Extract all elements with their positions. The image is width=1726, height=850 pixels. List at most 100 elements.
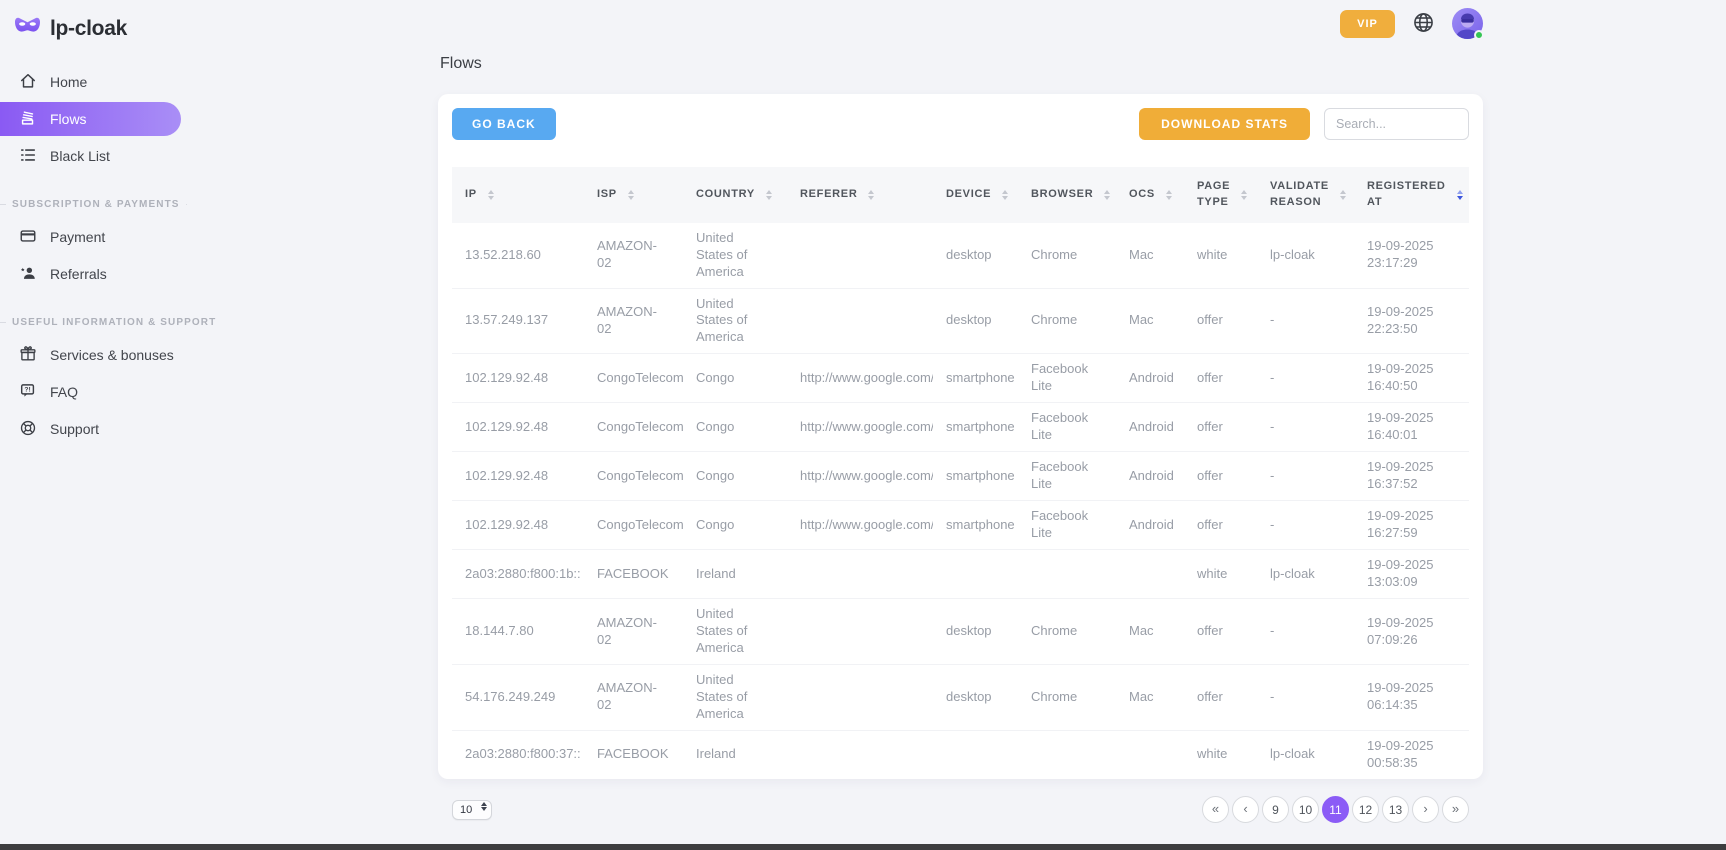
column-header-page_type[interactable]: PAGE TYPE (1184, 167, 1257, 223)
column-header-country[interactable]: COUNTRY (683, 167, 787, 223)
column-label: IP (465, 187, 477, 203)
sidebar-item-label: Support (50, 421, 99, 437)
life-buoy-icon (19, 419, 37, 440)
page-button-10[interactable]: 10 (1292, 796, 1319, 823)
sort-icon[interactable] (868, 190, 874, 200)
brand-logo[interactable]: lp-cloak (0, 0, 200, 41)
sidebar-item-label: Referrals (50, 266, 107, 282)
cell-browser: Chrome (1018, 664, 1116, 730)
sidebar-item-label: Black List (50, 148, 110, 164)
column-header-ocs[interactable]: OCS (1116, 167, 1184, 223)
cell-ocs: Android (1116, 452, 1184, 501)
cell-ip: 18.144.7.80 (452, 599, 584, 665)
page-size-select[interactable]: 10 (452, 800, 492, 820)
sidebar-item-flows[interactable]: Flows (0, 102, 181, 136)
sidebar-item-payment[interactable]: Payment (0, 220, 200, 254)
cell-validate_reason: lp-cloak (1257, 550, 1354, 599)
column-header-validate_reason[interactable]: VALIDATE REASON (1257, 167, 1354, 223)
table-row: 102.129.92.48CongoTelecomCongohttp://www… (452, 501, 1469, 550)
app-window: lp-cloak Home Flows (0, 0, 1726, 850)
sidebar-item-referrals[interactable]: Referrals (0, 257, 200, 291)
cell-device: smartphone (933, 354, 1018, 403)
sort-icon[interactable] (628, 190, 634, 200)
cell-device (933, 730, 1018, 779)
cell-country: Congo (683, 354, 787, 403)
vip-button[interactable]: VIP (1340, 10, 1395, 38)
cell-isp: AMAZON-02 (584, 288, 683, 354)
cell-validate_reason: - (1257, 452, 1354, 501)
table-row: 2a03:2880:f800:37::FACEBOOKIrelandwhitel… (452, 730, 1469, 779)
cell-validate_reason: lp-cloak (1257, 223, 1354, 288)
cell-referer: http://www.google.com/ (787, 354, 933, 403)
search-input[interactable] (1324, 108, 1469, 140)
cell-isp: AMAZON-02 (584, 223, 683, 288)
sidebar-item-home[interactable]: Home (0, 65, 200, 99)
sidebar-item-services-bonuses[interactable]: Services & bonuses (0, 338, 200, 372)
sort-icon[interactable] (1457, 190, 1463, 200)
go-back-button[interactable]: GO BACK (452, 108, 556, 140)
cell-validate_reason: lp-cloak (1257, 730, 1354, 779)
table-toolbar: GO BACK DOWNLOAD STATS (452, 108, 1469, 140)
svg-text:?!: ?! (24, 386, 30, 393)
cell-ocs: Android (1116, 501, 1184, 550)
column-header-ip[interactable]: IP (452, 167, 584, 223)
brand-name: lp-cloak (50, 17, 127, 41)
page-button-12[interactable]: 12 (1352, 796, 1379, 823)
faq-bubble-icon: ?! (19, 382, 37, 403)
page-button-11[interactable]: 11 (1322, 796, 1349, 823)
page-size-control: 10 (452, 800, 492, 820)
column-header-referer[interactable]: REFERER (787, 167, 933, 223)
sort-icon[interactable] (1340, 190, 1346, 200)
cell-ip: 102.129.92.48 (452, 501, 584, 550)
pagination: «‹910111213›» (1202, 796, 1469, 823)
sidebar-nav: Home Flows Black List (0, 65, 200, 446)
cell-isp: CongoTelecom (584, 403, 683, 452)
cell-country: Congo (683, 501, 787, 550)
page-button-13[interactable]: 13 (1382, 796, 1409, 823)
sort-icon[interactable] (766, 190, 772, 200)
cell-ip: 54.176.249.249 (452, 664, 584, 730)
next-page-button[interactable]: › (1412, 796, 1439, 823)
column-header-registered_at[interactable]: REGISTERED AT (1354, 167, 1469, 223)
sidebar-item-label: Payment (50, 229, 105, 245)
home-icon (19, 72, 37, 93)
column-label: PAGE TYPE (1197, 179, 1230, 211)
gift-icon (19, 345, 37, 366)
sort-icon[interactable] (1241, 190, 1247, 200)
cell-validate_reason: - (1257, 664, 1354, 730)
page-button-9[interactable]: 9 (1262, 796, 1289, 823)
cell-country: United States of America (683, 223, 787, 288)
page-title: Flows (440, 55, 1483, 73)
column-header-browser[interactable]: BROWSER (1018, 167, 1116, 223)
cell-referer (787, 599, 933, 665)
cell-ip: 2a03:2880:f800:37:: (452, 730, 584, 779)
cell-validate_reason: - (1257, 354, 1354, 403)
sidebar-item-support[interactable]: Support (0, 412, 200, 446)
cell-referer (787, 550, 933, 599)
mask-icon (14, 16, 41, 41)
user-avatar[interactable] (1452, 8, 1483, 39)
last-page-button[interactable]: » (1442, 796, 1469, 823)
cell-registered_at: 19-09-202516:27:59 (1354, 501, 1469, 550)
prev-page-button[interactable]: ‹ (1232, 796, 1259, 823)
language-globe-button[interactable] (1412, 11, 1435, 37)
cell-device: desktop (933, 288, 1018, 354)
sort-icon[interactable] (488, 190, 494, 200)
cell-page_type: offer (1184, 403, 1257, 452)
sort-icon[interactable] (1002, 190, 1008, 200)
sidebar-item-black-list[interactable]: Black List (0, 139, 200, 173)
column-header-device[interactable]: DEVICE (933, 167, 1018, 223)
sidebar-item-faq[interactable]: ?! FAQ (0, 375, 200, 409)
globe-icon (1412, 11, 1435, 37)
sort-icon[interactable] (1166, 190, 1172, 200)
cell-ocs: Mac (1116, 223, 1184, 288)
cell-isp: AMAZON-02 (584, 599, 683, 665)
table-row: 102.129.92.48CongoTelecomCongohttp://www… (452, 354, 1469, 403)
first-page-button[interactable]: « (1202, 796, 1229, 823)
cell-country: United States of America (683, 664, 787, 730)
cell-browser: Facebook Lite (1018, 354, 1116, 403)
download-stats-button[interactable]: DOWNLOAD STATS (1139, 108, 1310, 140)
cell-ip: 102.129.92.48 (452, 403, 584, 452)
sort-icon[interactable] (1104, 190, 1110, 200)
column-header-isp[interactable]: ISP (584, 167, 683, 223)
